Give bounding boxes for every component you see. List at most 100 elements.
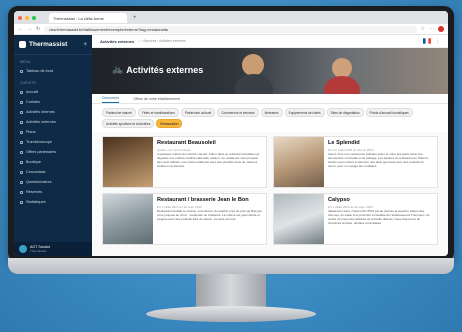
- hero-banner: 🚲 Activités externes: [92, 48, 448, 94]
- hero-cyclist-head-2: [332, 58, 352, 78]
- forward-icon[interactable]: →: [27, 26, 32, 32]
- activity-photo: [274, 137, 324, 187]
- account-icon[interactable]: ⋮: [435, 38, 440, 44]
- sidebar-item[interactable]: Réservés: [14, 187, 92, 197]
- user-role: Thermassist: [30, 249, 47, 253]
- sidebar-item[interactable]: Boutique: [14, 157, 92, 167]
- new-tab-icon[interactable]: +: [133, 15, 137, 21]
- activity-card[interactable]: Le Splendid Du 1er juillet 2023 au 30 jui…: [273, 136, 438, 188]
- sidebar-item-label: Activités internes: [26, 110, 55, 114]
- category-chip[interactable]: Fêtes et manifestations: [137, 108, 179, 117]
- sidebar-item-label: Trombinoscope: [26, 140, 53, 144]
- browser-tab[interactable]: Thermassist - La clefa-forme: [49, 12, 127, 23]
- activity-card-body: Le Splendid Du 1er juillet 2023 au 30 jui…: [324, 137, 437, 187]
- sidebar-item-label: Offres partenaires: [26, 150, 57, 154]
- sidebar-item[interactable]: Questionnaires: [14, 177, 92, 187]
- category-chip[interactable]: Commerces et services: [217, 108, 259, 117]
- activity-meta: Quelle: non communiqué: [157, 147, 191, 152]
- extensions-icon[interactable]: ⋯: [429, 26, 434, 32]
- menu-icon: [20, 100, 23, 104]
- reload-icon[interactable]: ↻: [36, 26, 40, 32]
- activity-title: Calypso: [328, 197, 350, 203]
- menu-icon: [20, 190, 23, 194]
- menu-icon: [20, 180, 23, 184]
- sidebar-item-label: Questionnaires: [26, 180, 52, 184]
- activity-meta: Du 1 juillet 2023 au 30 sept. 2023: [157, 204, 202, 209]
- sidebar-item-label: Concordats: [26, 170, 46, 174]
- sidebar-item[interactable]: Offres partenaires: [14, 147, 92, 157]
- category-chip[interactable]: Patrimoine naturel: [102, 108, 136, 117]
- bicycle-icon: 🚲: [112, 64, 124, 74]
- french-flag-icon: [423, 37, 431, 44]
- app-container: Thermassist + MENU Tableau de bord CURIS…: [14, 35, 448, 256]
- category-filters: Patrimoine naturel Fêtes et manifestation…: [92, 104, 448, 132]
- hero-cyclist-head: [242, 54, 264, 76]
- tab-establishment-offers[interactable]: Offres de votre établissement: [133, 97, 180, 103]
- sidebar-item[interactable]: Activités externes: [14, 117, 92, 127]
- activity-card-body: Calypso Du 1 juillet 2023 au 30 sept. 202…: [324, 194, 437, 244]
- activity-description: Idéalement situé, l'hôtel CALYPSO est au…: [328, 209, 430, 225]
- profile-avatar[interactable]: [438, 26, 444, 32]
- sidebar-items: Accueil Curistes Activités internes Activit…: [14, 87, 92, 207]
- activity-title: Le Splendid: [328, 140, 360, 146]
- activity-photo: [103, 194, 153, 244]
- category-chip[interactable]: Itinéraires: [260, 108, 283, 117]
- activity-description: Venez vivre une expérience culinaire sel…: [328, 152, 428, 168]
- breadcrumb[interactable]: ⌂ › Services › Activités externes: [138, 39, 185, 43]
- category-chip[interactable]: Points d'accueil touristiques: [365, 108, 413, 117]
- activity-description: Restaurant familial ou cuisine. A l'exté…: [157, 209, 262, 221]
- menu-icon: [20, 140, 23, 144]
- sidebar-section-menu: MENU: [20, 60, 31, 64]
- sidebar-item-dashboard[interactable]: Tableau de bord: [14, 66, 92, 76]
- user-panel[interactable]: AGT Sandot Thermassist: [14, 242, 92, 256]
- activity-card[interactable]: Calypso Du 1 juillet 2023 au 30 sept. 202…: [273, 193, 438, 245]
- sidebar-item-label: Statistiques: [26, 200, 46, 204]
- back-icon[interactable]: ←: [18, 26, 23, 32]
- sidebar-section-curiste: CURISTE: [20, 81, 37, 85]
- sidebar-item-label: Activités externes: [26, 120, 56, 124]
- language-flag-icon[interactable]: [423, 37, 431, 45]
- hero-cyclist-body-2: [324, 76, 360, 94]
- activity-title: Restaurant Beausoleil: [157, 140, 216, 146]
- sidebar-item[interactable]: Accueil: [14, 87, 92, 97]
- category-chip[interactable]: Activités sportives et culturelles: [102, 119, 155, 128]
- url-field[interactable]: new.thermassist.fr/etablissement/exemple…: [44, 25, 417, 33]
- category-chip[interactable]: Sites de dégustation: [326, 108, 364, 117]
- tab-discover[interactable]: Découvrez: [102, 96, 120, 103]
- add-icon[interactable]: +: [83, 42, 87, 48]
- window-minimize-dot[interactable]: [25, 15, 29, 20]
- menu-icon: [20, 170, 23, 174]
- activity-meta: Du 1er juillet 2023 au 30 juin 2024: [328, 147, 374, 152]
- category-chip[interactable]: Restauration: [156, 119, 183, 128]
- brand: Thermassist +: [14, 35, 92, 55]
- window-close-dot[interactable]: [18, 15, 22, 20]
- sidebar: Thermassist + MENU Tableau de bord CURIS…: [14, 35, 92, 256]
- activity-meta: Du 1 juillet 2023 au 30 sept. 2023: [328, 204, 373, 209]
- menu-icon: [20, 200, 23, 204]
- menu-icon: [20, 120, 23, 124]
- sidebar-item[interactable]: Statistiques: [14, 197, 92, 207]
- sidebar-item[interactable]: Activités internes: [14, 107, 92, 117]
- sidebar-item[interactable]: Curistes: [14, 97, 92, 107]
- activity-card[interactable]: Restaurant / brasserie Jean le Bon Du 1 j…: [102, 193, 267, 245]
- category-chip[interactable]: Equipements de loisirs: [284, 108, 325, 117]
- main-content: Activités externes ⌂ › Services › Activi…: [92, 35, 448, 256]
- brand-name: Thermassist: [29, 41, 68, 48]
- activity-description: Il quelques mètres du marché couvert, Ar…: [157, 152, 260, 168]
- sidebar-item-label: Curistes: [26, 100, 40, 104]
- sidebar-item[interactable]: Concordats: [14, 167, 92, 177]
- tab-bar: Découvrez Offres de votre établissement: [92, 94, 448, 104]
- sidebar-item[interactable]: Plans: [14, 127, 92, 137]
- sidebar-item[interactable]: Trombinoscope: [14, 137, 92, 147]
- window-maximize-dot[interactable]: [32, 15, 36, 20]
- activity-photo: [103, 137, 153, 187]
- sidebar-item-label: Réservés: [26, 190, 43, 194]
- sidebar-item-label: Plans: [26, 130, 36, 134]
- bookmark-star-icon[interactable]: ☆: [421, 26, 425, 32]
- activity-title: Restaurant / brasserie Jean le Bon: [157, 197, 249, 203]
- monitor-chin: [8, 258, 454, 274]
- category-chip[interactable]: Patrimoine culturel: [180, 108, 216, 117]
- logo-icon: [19, 41, 26, 48]
- activity-card[interactable]: Restaurant Beausoleil Quelle: non communi…: [102, 136, 267, 188]
- monitor-screen: Thermassist - La clefa-forme + ← → ↻ new…: [14, 11, 448, 256]
